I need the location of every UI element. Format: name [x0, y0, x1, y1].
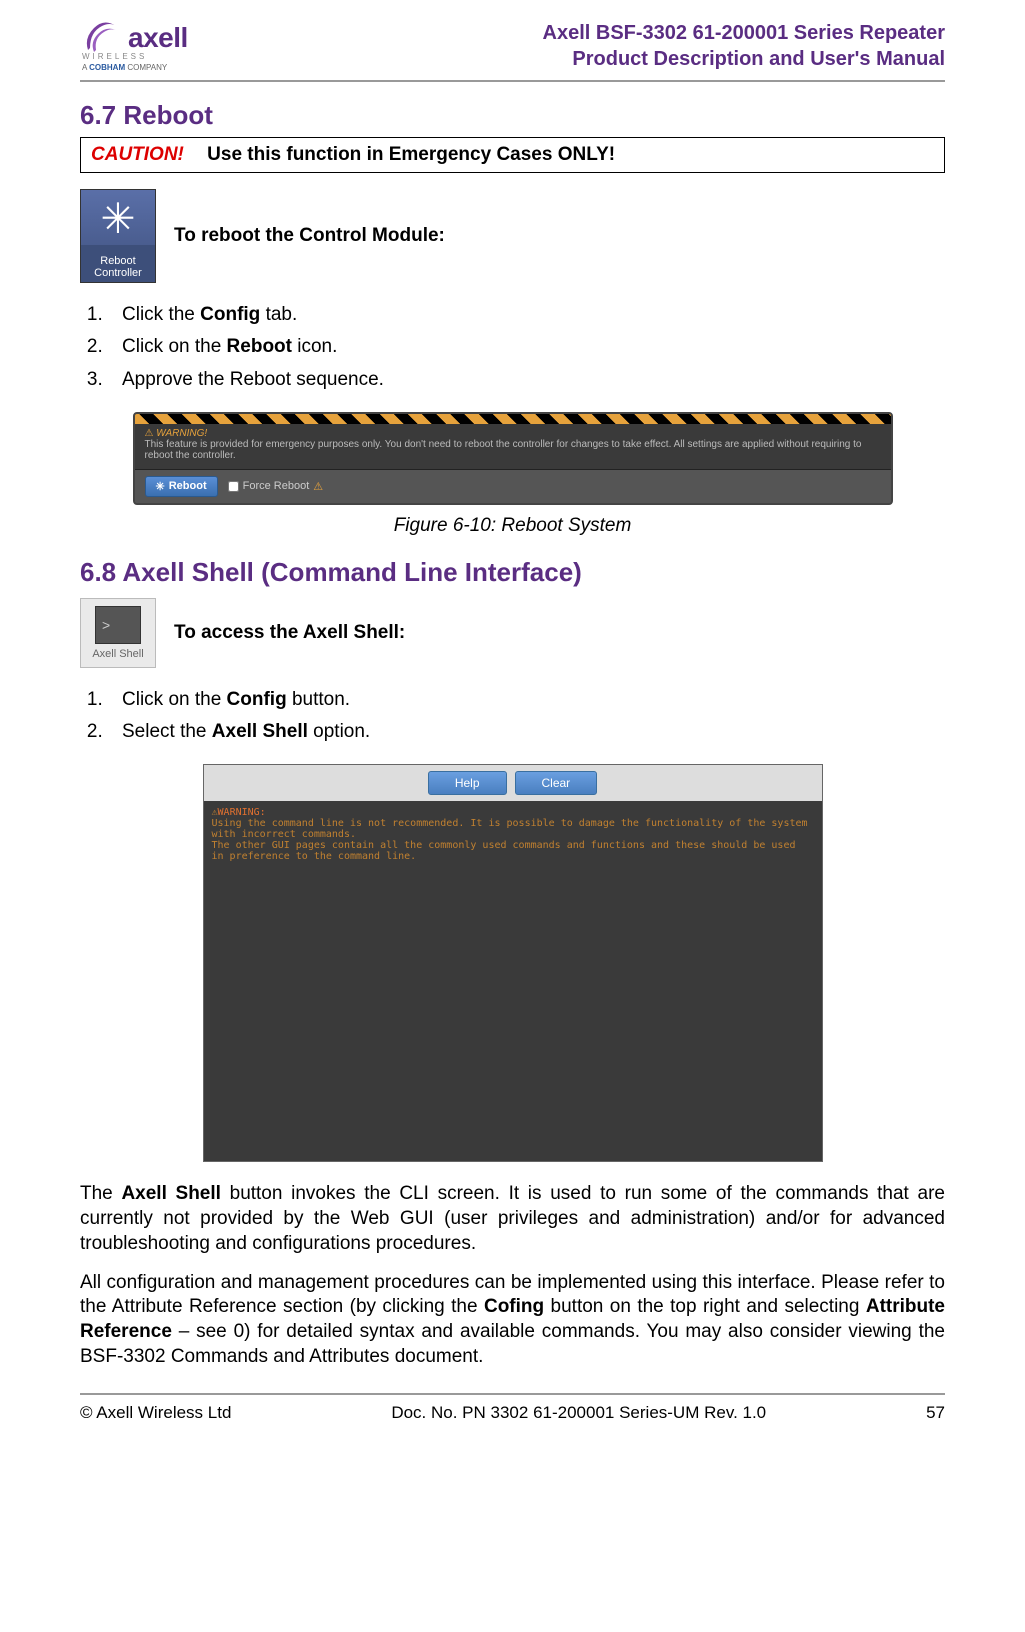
figure-6-10: ⚠ WARNING! This feature is provided for …	[80, 412, 945, 537]
warning-bar: ⚠ WARNING! This feature is provided for …	[135, 424, 891, 469]
cli-toolbar: Help Clear	[204, 765, 822, 801]
page-header: axell WIRELESS A COBHAM COMPANY Axell BS…	[80, 20, 945, 82]
list-item: Click on the Config button.	[108, 684, 945, 716]
caution-box: CAUTION! Use this function in Emergency …	[80, 137, 945, 173]
reboot-steps: Click the Config tab. Click on the Reboo…	[108, 299, 945, 396]
reboot-icon-label-1: Reboot	[94, 255, 142, 267]
help-button[interactable]: Help	[428, 771, 507, 795]
section-6-8-heading: 6.8 Axell Shell (Command Line Interface)	[80, 557, 945, 588]
logo-block: axell WIRELESS A COBHAM COMPANY	[80, 20, 188, 72]
reboot-instruction: To reboot the Control Module:	[174, 225, 445, 247]
reboot-dialog-figure: ⚠ WARNING! This feature is provided for …	[133, 412, 893, 505]
list-item: Click the Config tab.	[108, 299, 945, 331]
warning-triangle-icon: ⚠	[145, 428, 157, 439]
cli-window: Help Clear ⚠WARNING: Using the command l…	[203, 764, 823, 1162]
shell-figure: Help Clear ⚠WARNING: Using the command l…	[80, 764, 945, 1162]
cli-warning-title: WARNING:	[218, 807, 266, 818]
shell-icon-row: > Axell Shell To access the Axell Shell:	[80, 598, 945, 668]
warning-triangle-icon: ⚠	[313, 480, 323, 493]
cli-warning-line2: The other GUI pages contain all the comm…	[212, 840, 796, 862]
shell-steps: Click on the Config button. Select the A…	[108, 684, 945, 749]
warning-text: This feature is provided for emergency p…	[145, 439, 862, 461]
list-item: Approve the Reboot sequence.	[108, 364, 945, 396]
hazard-stripe-icon	[135, 414, 891, 424]
caution-text: Use this function in Emergency Cases ONL…	[207, 144, 615, 165]
warning-title: WARNING!	[156, 428, 207, 439]
terminal-icon: >	[95, 606, 141, 644]
logo-text: axell	[128, 22, 188, 54]
footer-page-number: 57	[926, 1403, 945, 1423]
reboot-icon-row: ✳ Reboot Controller To reboot the Contro…	[80, 189, 945, 283]
caution-label: CAUTION!	[91, 144, 184, 165]
footer-docno: Doc. No. PN 3302 61-200001 Series-UM Rev…	[391, 1403, 766, 1423]
figure-6-10-caption: Figure 6-10: Reboot System	[80, 515, 945, 537]
footer-copyright: © Axell Wireless Ltd	[80, 1403, 231, 1423]
cli-warning-line1: Using the command line is not recommende…	[212, 818, 808, 840]
header-title: Axell BSF-3302 61-200001 Series Repeater…	[543, 20, 945, 72]
logo-swirl-icon	[80, 20, 122, 56]
reboot-icon-label-2: Controller	[94, 267, 142, 279]
shell-paragraph-2: All configuration and management procedu…	[80, 1271, 945, 1370]
reboot-star-icon: ✳	[156, 480, 165, 493]
shell-instruction: To access the Axell Shell:	[174, 622, 405, 644]
clear-button[interactable]: Clear	[515, 771, 598, 795]
shell-paragraph-1: The Axell Shell button invokes the CLI s…	[80, 1182, 945, 1256]
shell-icon-label: Axell Shell	[92, 648, 143, 660]
page-footer: © Axell Wireless Ltd Doc. No. PN 3302 61…	[80, 1393, 945, 1423]
asterisk-icon: ✳	[100, 198, 135, 240]
terminal-body[interactable]: ⚠WARNING: Using the command line is not …	[204, 801, 822, 1161]
axell-shell-icon: > Axell Shell	[80, 598, 156, 668]
list-item: Select the Axell Shell option.	[108, 716, 945, 748]
reboot-controller-icon: ✳ Reboot Controller	[80, 189, 156, 283]
reboot-button[interactable]: ✳ Reboot	[145, 476, 218, 497]
list-item: Click on the Reboot icon.	[108, 331, 945, 363]
force-reboot-checkbox[interactable]: Force Reboot ⚠	[228, 480, 324, 493]
header-title-line2: Product Description and User's Manual	[543, 46, 945, 72]
header-title-line1: Axell BSF-3302 61-200001 Series Repeater	[543, 20, 945, 46]
section-6-7-heading: 6.7 Reboot	[80, 100, 945, 131]
logo-tagline: A COBHAM COMPANY	[82, 63, 188, 72]
